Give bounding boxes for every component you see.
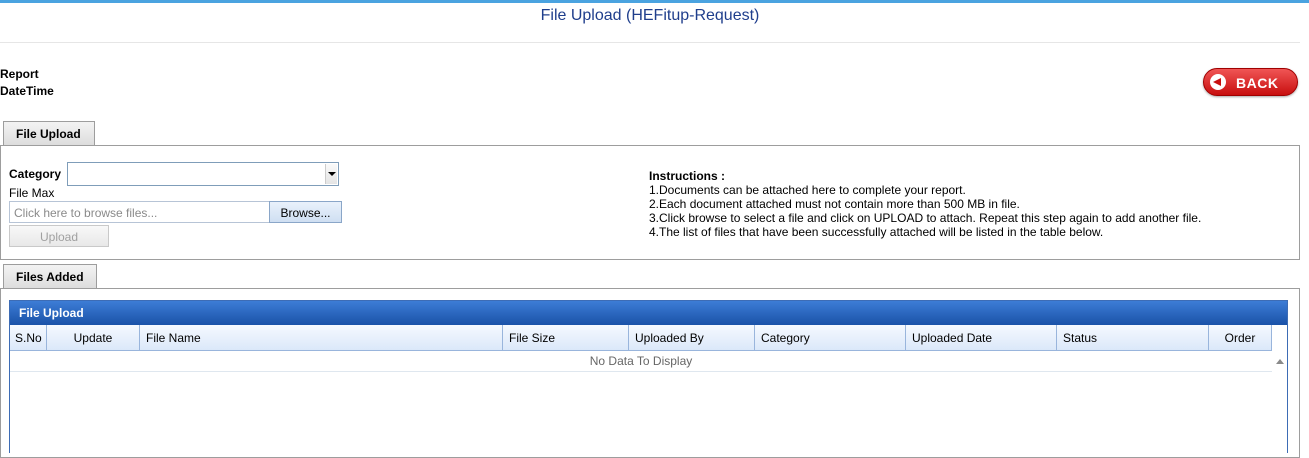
instruction-line: 2.Each document attached must not contai… (649, 197, 1020, 211)
column-header-file-size[interactable]: File Size (503, 325, 629, 351)
datetime-label: DateTime (0, 84, 54, 98)
scroll-up-arrow-icon[interactable] (1276, 359, 1284, 364)
grid-title: File Upload (10, 301, 1287, 325)
page-title: File Upload (HEFitup-Request) (540, 7, 760, 24)
instructions-heading: Instructions : (649, 169, 726, 183)
back-arrow-icon (1210, 74, 1226, 90)
instruction-line: 1.Documents can be attached here to comp… (649, 183, 966, 197)
chevron-down-icon[interactable] (325, 164, 337, 184)
instructions: Instructions : 1.Documents can be attach… (649, 169, 1201, 239)
column-header-uploaded-by[interactable]: Uploaded By (629, 325, 755, 351)
column-header-status[interactable]: Status (1057, 325, 1209, 351)
file-max-label: File Max (9, 186, 55, 200)
grid-header: S.No Update File Name File Size Uploaded… (10, 325, 1272, 351)
back-button-label: BACK (1236, 75, 1279, 91)
column-header-sno[interactable]: S.No (10, 325, 47, 351)
back-button[interactable]: BACK (1203, 68, 1298, 96)
column-header-file-name[interactable]: File Name (140, 325, 503, 351)
instruction-line: 3.Click browse to select a file and clic… (649, 211, 1202, 225)
category-select[interactable] (67, 162, 339, 186)
column-header-update[interactable]: Update (47, 325, 140, 351)
file-browse-input[interactable]: Click here to browse files... (9, 201, 270, 223)
empty-grid-message: No Data To Display (10, 351, 1272, 372)
report-label: Report (0, 67, 39, 81)
tab-files-added[interactable]: Files Added (3, 264, 97, 289)
category-label: Category (9, 167, 62, 181)
upload-button[interactable]: Upload (9, 225, 109, 247)
column-header-category[interactable]: Category (755, 325, 906, 351)
tab-file-upload[interactable]: File Upload (3, 121, 95, 146)
browse-button[interactable]: Browse... (269, 201, 342, 223)
column-header-order[interactable]: Order (1209, 325, 1272, 351)
title-bar: File Upload (HEFitup-Request) (0, 3, 1300, 43)
column-header-uploaded-date[interactable]: Uploaded Date (906, 325, 1057, 351)
files-grid: File Upload S.No Update File Name File S… (9, 300, 1288, 453)
instruction-line: 4.The list of files that have been succe… (649, 225, 1104, 239)
